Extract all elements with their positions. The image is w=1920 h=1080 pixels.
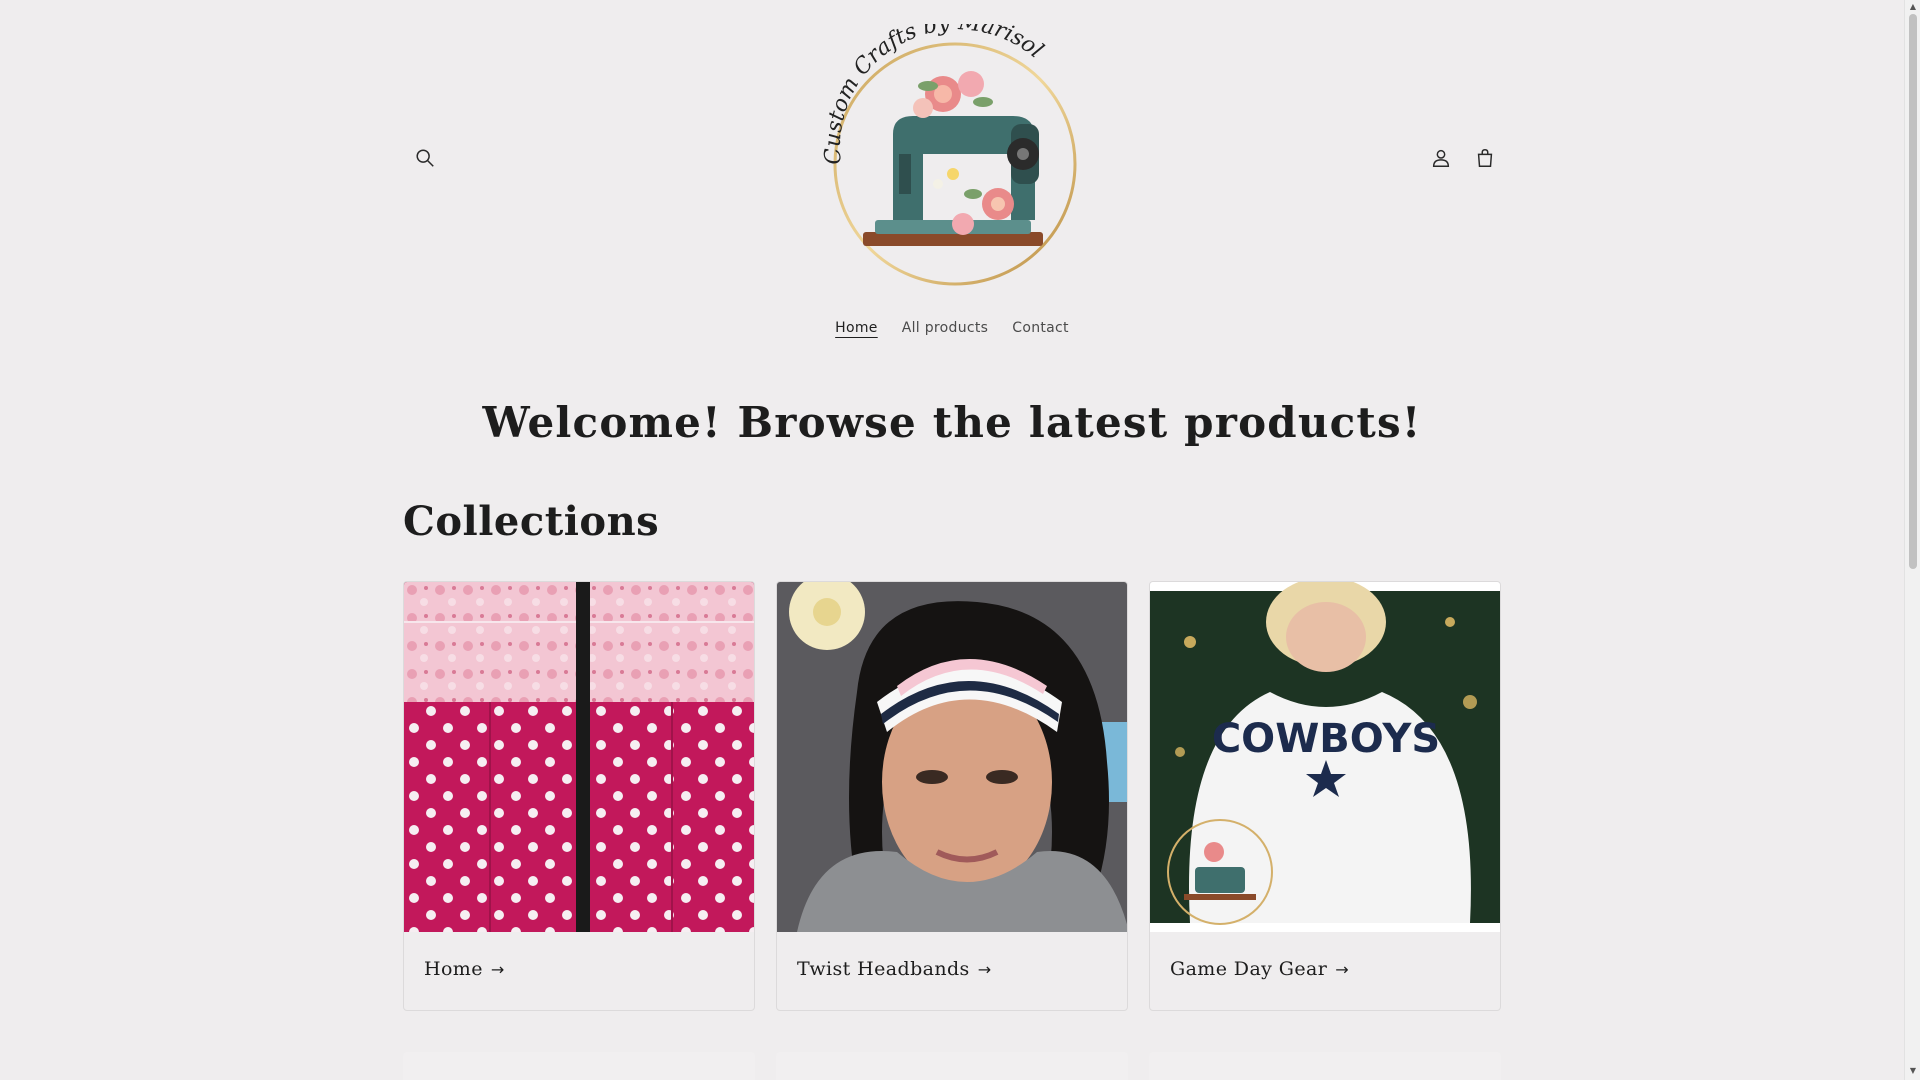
collection-image-home bbox=[404, 582, 754, 932]
page: Custom Crafts by Marisol bbox=[0, 0, 1904, 1080]
collection-card-peek bbox=[1149, 1052, 1501, 1080]
collection-title-game-day-gear: Game Day Gear → bbox=[1170, 958, 1349, 980]
collection-label: Game Day Gear bbox=[1170, 958, 1328, 980]
scroll-down-icon[interactable]: ▼ bbox=[1908, 1066, 1918, 1076]
collection-card-twist-headbands[interactable]: Twist Headbands → bbox=[776, 581, 1128, 1011]
collection-card-peek bbox=[403, 1052, 755, 1080]
sweatshirt-text: COWBOYS bbox=[1212, 716, 1440, 762]
collection-card-home[interactable]: Home → bbox=[403, 581, 755, 1011]
collection-card-game-day-gear[interactable]: COWBOYS Game Day Gear → bbox=[1149, 581, 1501, 1011]
collection-title-twist-headbands: Twist Headbands → bbox=[797, 958, 992, 980]
collection-card-peek bbox=[776, 1052, 1128, 1080]
scrollbar[interactable]: ▲ ▼ bbox=[1904, 0, 1920, 1080]
scroll-up-icon[interactable]: ▲ bbox=[1908, 2, 1918, 12]
cart-icon bbox=[1477, 149, 1493, 167]
site-header: Custom Crafts by Marisol bbox=[403, 0, 1501, 300]
collection-label: Home bbox=[424, 958, 483, 980]
arrow-right-icon: → bbox=[1335, 959, 1349, 979]
collection-image-twist-headbands bbox=[777, 582, 1127, 932]
arrow-right-icon: → bbox=[977, 959, 992, 979]
search-button[interactable] bbox=[403, 136, 447, 180]
account-button[interactable] bbox=[1419, 136, 1463, 180]
nav-contact[interactable]: Contact bbox=[1012, 316, 1069, 340]
nav-home[interactable]: Home bbox=[835, 316, 878, 340]
logo[interactable]: Custom Crafts by Marisol bbox=[823, 24, 1085, 296]
account-icon bbox=[1432, 149, 1450, 167]
main-nav: Home All products Contact bbox=[0, 316, 1904, 340]
collections-heading: Collections bbox=[403, 498, 660, 545]
arrow-right-icon: → bbox=[490, 959, 505, 979]
collection-label: Twist Headbands bbox=[797, 958, 970, 980]
search-icon bbox=[416, 149, 434, 167]
welcome-heading: Welcome! Browse the latest products! bbox=[482, 398, 1422, 447]
collection-title-home: Home → bbox=[424, 958, 505, 980]
cart-button[interactable] bbox=[1463, 136, 1507, 180]
scroll-thumb[interactable] bbox=[1909, 14, 1917, 569]
nav-all-products[interactable]: All products bbox=[902, 316, 989, 340]
collection-image-game-day-gear: COWBOYS bbox=[1150, 582, 1500, 932]
